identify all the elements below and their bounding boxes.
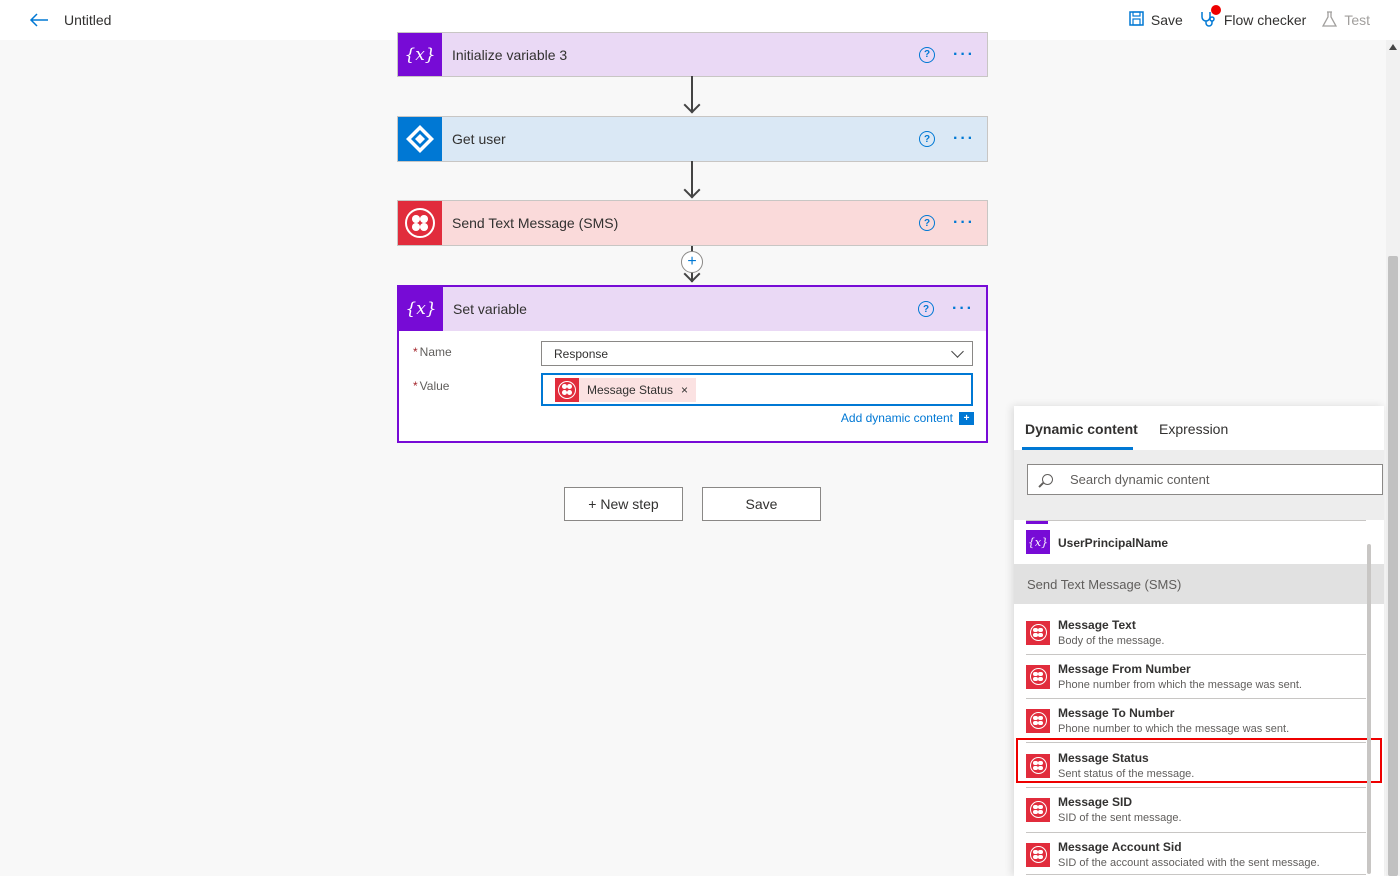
help-icon[interactable]: ? [918,301,934,317]
add-dynamic-content-link[interactable]: Add dynamic content + [841,411,974,425]
search-icon [1042,474,1053,485]
flask-icon [1322,10,1338,30]
connector-arrow-icon [683,181,701,199]
test-label: Test [1344,12,1370,28]
alert-dot [1210,4,1221,15]
dynamic-content-panel: Dynamic content Expression Search dynami… [1014,406,1384,876]
help-icon[interactable]: ? [919,131,935,147]
message-status-token[interactable]: Message Status × [555,377,697,402]
dynamic-search-input[interactable]: Search dynamic content [1027,464,1383,495]
chevron-down-icon [951,345,964,358]
twilio-icon [1026,620,1050,645]
flow-title: Untitled [64,12,112,28]
item-title: UserPrincipalName [1058,536,1169,550]
tab-expression[interactable]: Expression [1159,421,1228,437]
group-send-text-message[interactable]: Send Text Message (SMS) [1014,564,1384,604]
help-icon[interactable]: ? [919,215,935,231]
add-dynamic-icon: + [959,411,974,425]
value-field-label: * Value [413,379,450,393]
divider [1026,698,1366,699]
step-set-variable[interactable]: {x} Set variable ? ··· * Name Response * V… [397,285,988,443]
more-options-icon[interactable]: ··· [953,46,975,64]
back-arrow-icon[interactable] [28,10,50,30]
token-label: Message Status [587,382,674,397]
insert-step-plus-icon[interactable]: + [681,251,703,273]
divider [1026,787,1366,788]
flow-checker-button[interactable]: Flow checker [1199,4,1307,31]
value-input[interactable]: Message Status × [541,373,973,406]
item-description: Phone number from which the message was … [1058,679,1302,691]
dynamic-item[interactable]: Message From Number Phone number from whi… [1026,662,1366,691]
search-placeholder: Search dynamic content [1070,472,1210,487]
dynamic-content-list[interactable]: {x} UserPrincipalName Send Text Message … [1014,520,1384,876]
save-top-label: Save [1150,12,1183,28]
more-options-icon[interactable]: ··· [953,130,975,148]
stethoscope-icon [1199,4,1221,31]
new-step-button[interactable]: + New step [564,487,683,521]
item-title: Message To Number [1058,706,1175,720]
item-description: Body of the message. [1058,635,1165,647]
more-options-icon[interactable]: ··· [953,214,975,232]
flow-checker-label: Flow checker [1223,12,1307,28]
twilio-icon [1026,797,1050,822]
twilio-icon [398,201,442,245]
twilio-icon [1026,664,1050,689]
save-icon [1129,11,1144,29]
step-title: Get user [452,131,506,147]
name-field-label: * Name [413,345,452,359]
item-title: Message From Number [1058,662,1191,676]
save-top-button[interactable]: Save [1129,11,1183,29]
tab-dynamic-content[interactable]: Dynamic content [1025,421,1138,437]
dynamic-item[interactable]: Message SID SID of the sent message. [1026,795,1366,824]
help-icon[interactable]: ? [919,46,935,63]
step-title: Set variable [453,301,527,317]
selected-item-highlight [1016,738,1382,783]
test-button[interactable]: Test [1322,10,1370,30]
variable-icon: {x} [399,287,443,331]
dynamic-item[interactable]: Message Text Body of the message. [1026,618,1366,647]
divider [1026,832,1366,833]
remove-token-icon[interactable]: × [681,383,688,397]
more-options-icon[interactable]: ··· [952,300,974,318]
item-description: Phone number to which the message was se… [1058,723,1290,735]
name-select-value: Response [554,346,609,361]
divider [1026,654,1366,655]
item-title: Message SID [1058,795,1133,809]
connector-arrow-icon [683,96,701,114]
dynamic-item[interactable]: Message To Number Phone number to which t… [1026,706,1366,735]
add-dynamic-label: Add dynamic content [840,411,953,425]
save-button[interactable]: Save [702,487,821,521]
divider [1026,874,1366,875]
step-title: Send Text Message (SMS) [452,215,619,231]
item-title: Message Text [1058,618,1136,632]
dynamic-item[interactable]: Message Account Sid SID of the account as… [1026,840,1366,869]
step-get-user[interactable]: Get user ? ··· [397,116,988,162]
variable-icon: {x} [398,33,442,76]
step-title: Initialize variable 3 [452,46,568,63]
step-send-sms[interactable]: Send Text Message (SMS) ? ··· [397,200,988,246]
azure-ad-icon [398,117,442,161]
item-description: SID of the account associated with the s… [1058,857,1320,869]
step-initialize-variable[interactable]: {x} Initialize variable 3 ? ··· [397,32,988,77]
item-title: Message Account Sid [1058,840,1182,854]
twilio-icon [555,377,579,402]
item-description: SID of the sent message. [1058,812,1182,824]
dynamic-item-userprincipalname[interactable]: {x} UserPrincipalName [1026,530,1366,554]
divider [1026,520,1366,521]
panel-scroll-thumb[interactable] [1367,544,1371,874]
twilio-icon [1026,708,1050,733]
canvas-scroll-thumb[interactable] [1388,256,1398,876]
twilio-icon [1026,842,1050,867]
variable-icon: {x} [1026,530,1050,554]
scroll-up-arrow-icon[interactable] [1389,44,1397,50]
name-select[interactable]: Response [541,341,973,366]
